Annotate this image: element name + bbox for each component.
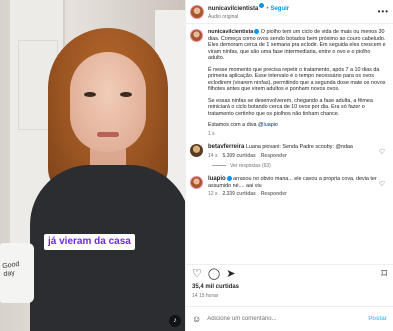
caption-time: 1 s	[208, 130, 215, 137]
comments-scroll[interactable]: nunicavilcientista O piolho tem um ciclo…	[186, 25, 393, 255]
caption-paragraph: É nesse momento que precisa repetir o tr…	[208, 66, 386, 93]
comment-item: betavferreira Luana piovani: Senda Padre…	[190, 144, 387, 159]
mug-text: Good day	[1, 260, 20, 279]
more-options-icon[interactable]: •••	[378, 7, 389, 16]
person-eye-right	[120, 92, 132, 97]
caption-paragraph: Se essas ninfas se desenvolverem, chegan…	[208, 97, 373, 117]
verified-icon	[254, 29, 260, 35]
emoji-icon[interactable]: ☺	[192, 314, 201, 324]
comment-like-icon[interactable]: ♡	[379, 180, 385, 188]
separator-dot: •	[266, 6, 269, 12]
instagram-post: Good day já vieram da casa ♪ nunicavilci…	[0, 0, 393, 331]
person-face	[70, 52, 146, 152]
comment-username[interactable]: betavferreira	[208, 144, 244, 150]
share-icon[interactable]: ➤	[226, 267, 235, 281]
comment-text: arrasou no obvio mana... ele cavou a pro…	[208, 176, 377, 189]
comment-bar: ☺ Postar	[186, 306, 393, 331]
post-panel: nunicavilcientista • Seguir Áudio original…	[185, 0, 393, 331]
comment-time: 12 s	[208, 191, 218, 197]
comment-time: 14 s	[208, 152, 218, 159]
caption-body: nunicavilcientista O piolho tem um ciclo…	[208, 29, 387, 137]
comment-item: luapio arrasou no obvio mana... ele cavo…	[190, 176, 387, 198]
header-text: nunicavilcientista • Seguir Áudio original	[208, 2, 289, 21]
comment-meta: 14 s 5.309 curtidas Responder	[208, 153, 378, 160]
caption-last-line: Estamos com a diva	[208, 122, 259, 128]
action-bar: ♡ ◯ ➤ ⌑	[186, 264, 393, 282]
post-header: nunicavilcientista • Seguir Áudio original…	[186, 0, 393, 24]
post-caption: nunicavilcientista O piolho tem um ciclo…	[190, 29, 387, 137]
likes-count[interactable]: 35,4 mil curtidas	[192, 284, 239, 290]
person-mouth	[97, 132, 119, 137]
caption-avatar[interactable]	[190, 29, 203, 42]
comment-body: betavferreira Luana piovani: Senda Padre…	[208, 144, 378, 159]
avatar[interactable]	[190, 4, 204, 19]
reply-button[interactable]: Responder	[261, 191, 287, 197]
verified-icon	[259, 3, 265, 9]
follow-button[interactable]: Seguir	[270, 6, 289, 12]
mention-link[interactable]: @luapio	[258, 122, 278, 128]
comment-like-icon[interactable]: ♡	[379, 148, 385, 156]
heart-icon[interactable]: ♡	[192, 267, 202, 281]
caption-username[interactable]: nunicavilcientista	[208, 29, 253, 35]
video-caption-overlay: já vieram da casa	[44, 234, 135, 250]
verified-icon	[226, 176, 232, 182]
comment-avatar[interactable]	[190, 144, 203, 157]
reel-video[interactable]: Good day já vieram da casa ♪	[0, 0, 185, 331]
header-username[interactable]: nunicavilcientista	[208, 6, 258, 12]
comment-meta: 12 s 2.339 curtidas Responder	[208, 191, 378, 198]
comment-likes[interactable]: 5.309 curtidas	[222, 153, 255, 159]
view-replies-link[interactable]: Ver respostas (63)	[212, 163, 387, 169]
post-date: 14 15 horas	[192, 293, 219, 299]
mute-icon[interactable]: ♪	[169, 315, 181, 327]
comment-icon[interactable]: ◯	[208, 267, 220, 281]
comment-avatar[interactable]	[190, 176, 203, 189]
caption-paragraph: nunicavilcientista O piolho tem um ciclo…	[208, 29, 387, 62]
reply-button[interactable]: Responder	[261, 153, 287, 159]
comment-likes[interactable]: 2.339 curtidas	[222, 191, 255, 197]
audio-label[interactable]: Áudio original	[208, 13, 289, 21]
comment-text: Luana piovani: Senda Padre scooby: @ndaa	[245, 144, 353, 150]
comment-input[interactable]	[207, 316, 369, 322]
comment-body: luapio arrasou no obvio mana... ele cavo…	[208, 176, 378, 198]
person-eye-left	[84, 92, 96, 97]
bookmark-icon[interactable]: ⌑	[381, 267, 387, 281]
caption-paragraph: Estamos com a diva @luapio	[208, 122, 387, 129]
comment-username[interactable]: luapio	[208, 176, 226, 182]
post-button[interactable]: Postar	[368, 316, 387, 322]
